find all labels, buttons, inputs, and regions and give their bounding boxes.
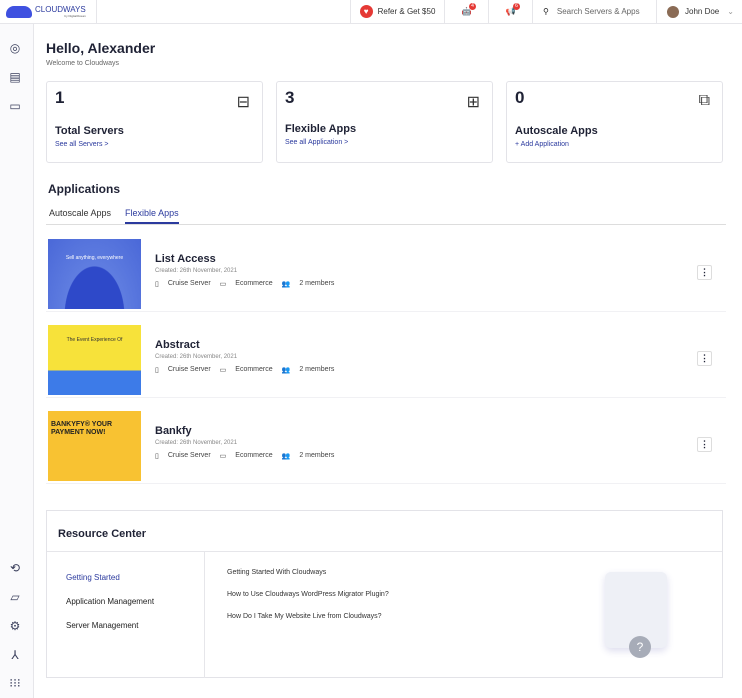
main: Hello, Alexander Welcome to Cloudways 1 ⊟… (46, 40, 726, 484)
page-title: Hello, Alexander (46, 40, 156, 56)
refer-button[interactable]: ♥ Refer & Get $50 (350, 0, 444, 24)
server-icon: ▯ (155, 453, 159, 460)
members-icon: 👥 (281, 453, 291, 460)
folder-icon: ▭ (219, 453, 227, 460)
team-icon[interactable]: ⟲ (8, 561, 22, 575)
announcements-button[interactable]: 📢 6 (488, 0, 532, 24)
more-options-button[interactable]: ⋮ (697, 265, 712, 280)
tab-flexible-apps[interactable]: Flexible Apps (125, 208, 179, 224)
see-all-servers-link[interactable]: See all Servers > (55, 141, 254, 148)
app-thumbnail: BANKYFY® YOUR PAYMENT NOW! (48, 411, 141, 481)
projects-icon[interactable]: ▱ (8, 590, 22, 604)
card-autoscale-apps: 0 ⧉ Autoscale Apps + Add Application (506, 81, 723, 163)
category-application-management[interactable]: Application Management (66, 597, 154, 606)
card-total-servers: 1 ⊟ Total Servers See all Servers > (46, 81, 263, 163)
heart-icon: ♥ (359, 5, 373, 18)
avatar (667, 5, 679, 18)
resource-link[interactable]: How to Use Cloudways WordPress Migrator … (227, 591, 389, 598)
servers-icon[interactable]: ▤ (8, 70, 22, 84)
chevron-down-icon: ⌄ (727, 7, 734, 16)
cloud-icon (6, 5, 32, 18)
resource-center: Resource Center Getting Started Applicat… (46, 510, 723, 678)
server-icon: ▯ (155, 281, 159, 288)
add-application-link[interactable]: + Add Application (515, 141, 714, 148)
resource-link[interactable]: Getting Started With Cloudways (227, 569, 326, 576)
tab-autoscale-apps[interactable]: Autoscale Apps (49, 208, 111, 224)
more-options-button[interactable]: ⋮ (697, 437, 712, 452)
resource-center-title: Resource Center (58, 528, 147, 540)
app-row[interactable]: Sell anything, everywhere List Access Cre… (46, 239, 726, 312)
user-menu[interactable]: John Doe ⌄ (656, 0, 742, 24)
top-bar: CLOUDWAYS by DigitalOcean ♥ Refer & Get $5… (0, 0, 742, 24)
grid-icon[interactable]: ⁝⁝⁝ (8, 676, 22, 690)
server-icon: ▯ (155, 367, 159, 374)
app-thumbnail: Sell anything, everywhere (48, 239, 141, 309)
bot-button[interactable]: 🤖 4 (444, 0, 488, 24)
members-icon: 👥 (281, 367, 291, 374)
card-flexible-apps: 3 ⊞ Flexible Apps See all Application > (276, 81, 493, 163)
subtitle: Welcome to Cloudways (46, 60, 120, 67)
category-server-management[interactable]: Server Management (66, 621, 138, 630)
category-getting-started[interactable]: Getting Started (66, 573, 120, 582)
app-name[interactable]: Abstract (155, 339, 334, 351)
merge-icon[interactable]: ⅄ (8, 648, 22, 662)
app-row[interactable]: The Event Experience Of Abstract Created:… (46, 325, 726, 398)
app-row[interactable]: BANKYFY® YOUR PAYMENT NOW! Bankfy Created… (46, 411, 726, 484)
settings-icon[interactable]: ⚙ (8, 619, 22, 633)
dashboard-icon[interactable]: ◎ (8, 41, 22, 55)
server-icon: ⊟ (236, 94, 250, 111)
autoscale-icon: ⧉ (698, 92, 710, 109)
search-input[interactable]: ⚲ Search Servers & Apps (532, 0, 656, 24)
app-name[interactable]: List Access (155, 253, 334, 265)
resource-link[interactable]: How Do I Take My Website Live from Cloud… (227, 613, 382, 620)
folder-icon: ▭ (219, 367, 227, 374)
app-thumbnail: The Event Experience Of (48, 325, 141, 395)
applications-icon[interactable]: ▭ (8, 99, 22, 113)
folder-icon: ▭ (219, 281, 227, 288)
question-icon: ? (629, 636, 651, 658)
more-options-button[interactable]: ⋮ (697, 351, 712, 366)
members-icon: 👥 (281, 281, 291, 288)
applications-heading: Applications (48, 182, 121, 196)
logo[interactable]: CLOUDWAYS by DigitalOcean (0, 0, 97, 24)
see-all-applications-link[interactable]: See all Application > (285, 139, 484, 146)
sidebar: ◎ ▤ ▭ ⟲ ▱ ⚙ ⅄ ⁝⁝⁝ (0, 24, 34, 698)
apps-icon: ⊞ (466, 94, 480, 111)
app-name[interactable]: Bankfy (155, 425, 334, 437)
search-icon: ⚲ (543, 7, 549, 16)
